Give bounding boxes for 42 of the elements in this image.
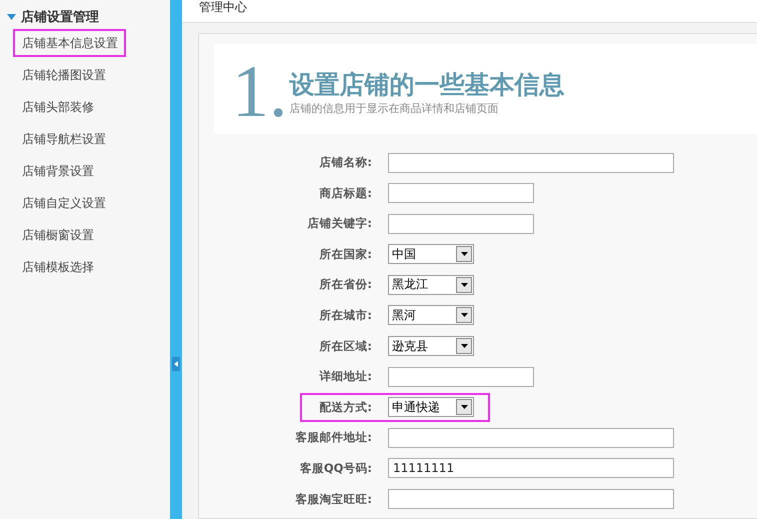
input-field[interactable] bbox=[388, 428, 674, 448]
field-label: 所在国家: bbox=[319, 246, 372, 262]
breadcrumb: 管理中心 bbox=[199, 0, 248, 14]
field-label: 客服淘宝旺旺: bbox=[295, 492, 372, 507]
dropdown[interactable]: 申通快递 bbox=[388, 397, 474, 418]
dropdown[interactable]: 逊克县 bbox=[388, 336, 474, 356]
field-label: 店铺关键字: bbox=[307, 216, 372, 232]
sidebar-item[interactable]: 店铺轮播图设置 bbox=[13, 61, 114, 89]
dropdown[interactable]: 黑龙江 bbox=[388, 274, 474, 295]
sidebar-item[interactable]: 店铺橱窗设置 bbox=[13, 221, 102, 249]
sidebar-item[interactable]: 店铺头部装修 bbox=[13, 93, 102, 121]
caret-icon bbox=[460, 405, 468, 410]
field-label: 所在城市: bbox=[319, 308, 372, 323]
sidebar-item[interactable]: 店铺导航栏设置 bbox=[13, 125, 114, 153]
caret-icon bbox=[460, 344, 468, 348]
field-label: 详细地址: bbox=[319, 369, 372, 384]
sidebar-item[interactable]: 店铺基本信息设置 bbox=[13, 29, 126, 57]
input-field[interactable]: 11111111 bbox=[388, 458, 674, 478]
field-label: 客服QQ号码: bbox=[300, 460, 372, 476]
field-label: 客服邮件地址: bbox=[295, 430, 372, 446]
caret-icon bbox=[460, 282, 468, 287]
dropdown[interactable]: 中国 bbox=[388, 244, 474, 264]
caret-icon bbox=[460, 252, 468, 256]
input-field[interactable] bbox=[388, 183, 534, 204]
input-field[interactable] bbox=[388, 152, 674, 172]
field-label: 所在省份: bbox=[319, 277, 372, 292]
input-field[interactable] bbox=[388, 366, 534, 387]
sidebar-item[interactable]: 店铺背景设置 bbox=[13, 157, 102, 185]
input-field[interactable] bbox=[388, 214, 534, 234]
field-label: 店铺名称: bbox=[319, 155, 372, 170]
page-subtitle: 店铺的信息用于显示在商品详情和店铺页面 bbox=[290, 101, 500, 116]
sidebar-item[interactable]: 店铺自定义设置 bbox=[13, 189, 114, 217]
field-label: 所在区域: bbox=[319, 338, 372, 354]
field-label: 商店标题: bbox=[319, 186, 372, 201]
caret-icon bbox=[460, 313, 468, 318]
page-title: 设置店铺的一些基本信息 bbox=[290, 69, 564, 101]
dropdown[interactable]: 黑河 bbox=[388, 305, 474, 326]
field-label: 配送方式: bbox=[319, 400, 372, 415]
step-number: 1. bbox=[232, 52, 288, 134]
input-field[interactable] bbox=[388, 489, 674, 510]
sidebar-item[interactable]: 店铺模板选择 bbox=[13, 253, 102, 281]
sidebar-header[interactable]: 店铺设置管理 bbox=[0, 0, 170, 26]
